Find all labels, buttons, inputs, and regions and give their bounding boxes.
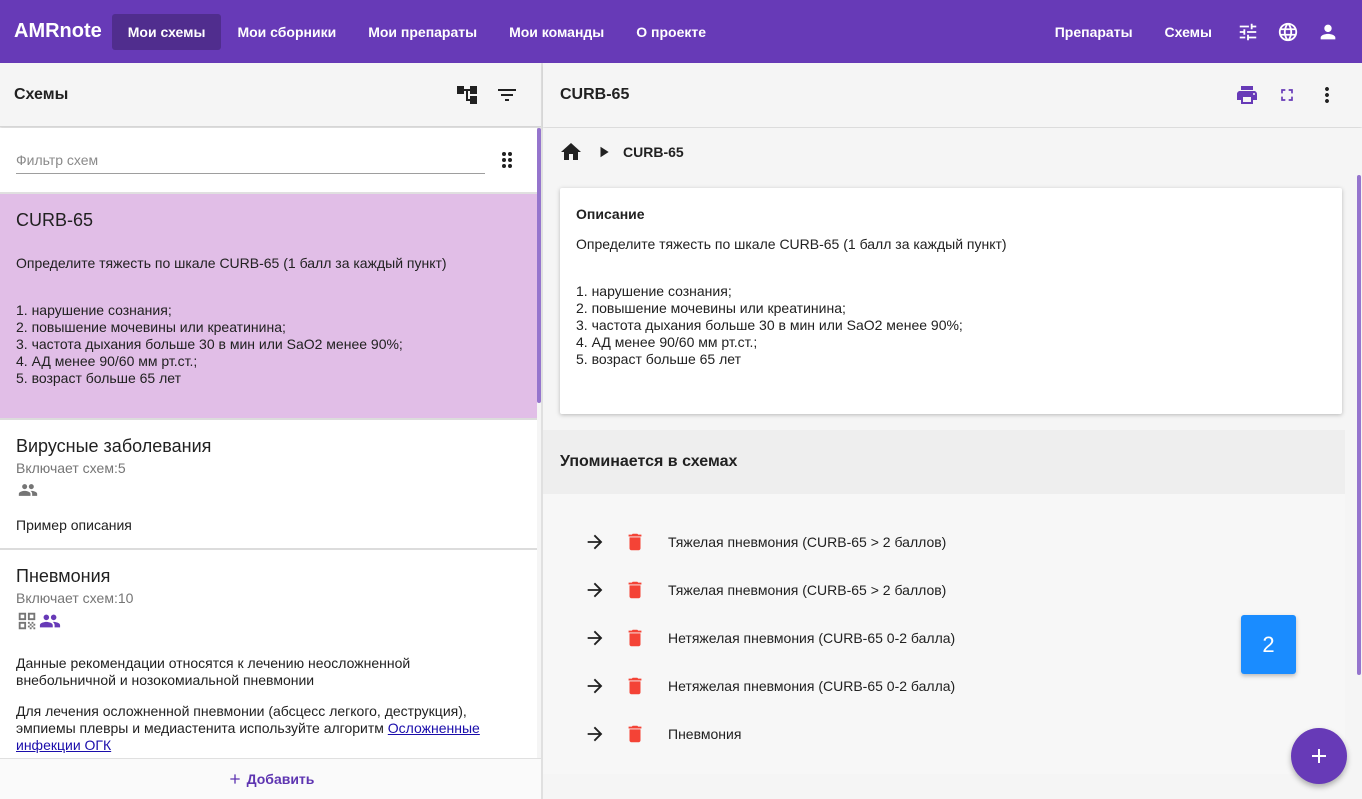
card-desc-line: Данные рекомендации относятся к лечению …: [16, 655, 411, 671]
top-app-bar: AMRnote Мои схемы Мои сборники Мои препа…: [0, 0, 1362, 63]
card-subtitle: Включает схем:5: [16, 460, 126, 476]
qr-code-icon: [16, 610, 38, 635]
nav-schemes[interactable]: Схемы: [1149, 14, 1228, 50]
description-text: Определите тяжесть по шкале CURB-65 (1 б…: [576, 236, 1326, 368]
scheme-detail: CURB-65 Описание Определите тяжесть по ш…: [543, 128, 1362, 799]
delete-icon[interactable]: [623, 530, 647, 554]
card-desc-text: эмпиемы плевры и медиастенита используйт…: [16, 720, 388, 736]
card-desc-line: внебольничной и нозокомиальной пневмонии: [16, 672, 315, 688]
filter-row: [0, 128, 537, 194]
nav-my-teams[interactable]: Мои команды: [493, 14, 620, 50]
complicated-infections-link-cont[interactable]: инфекции ОГК: [16, 737, 111, 753]
scheme-detail-header: CURB-65: [543, 63, 1362, 127]
add-fab-button[interactable]: [1291, 728, 1347, 784]
filter-input[interactable]: [16, 146, 485, 174]
plus-icon: [1307, 744, 1331, 768]
arrow-forward-icon[interactable]: [583, 722, 607, 746]
right-scrollbar[interactable]: [1357, 175, 1361, 675]
description-line: 1. нарушение сознания;: [576, 283, 732, 299]
card-desc-line: эмпиемы плевры и медиастенита используйт…: [16, 720, 521, 737]
mention-row[interactable]: Нетяжелая пневмония (CURB-65 0-2 балла): [543, 614, 1345, 662]
description-heading: Описание: [576, 206, 645, 222]
more-vert-icon[interactable]: [1307, 75, 1347, 115]
scheme-card-viral[interactable]: Вирусные заболевания Включает схем:5 При…: [0, 420, 537, 550]
description-line: 5. возраст больше 65 лет: [576, 351, 741, 367]
tree-icon[interactable]: [447, 75, 487, 115]
card-title: Пневмония: [16, 566, 111, 586]
delete-icon[interactable]: [623, 626, 647, 650]
schemes-list-header: Схемы: [0, 63, 541, 127]
arrow-forward-icon[interactable]: [583, 578, 607, 602]
count-badge: 2: [1241, 615, 1296, 674]
delete-icon[interactable]: [623, 674, 647, 698]
delete-icon[interactable]: [623, 722, 647, 746]
nav-drugs[interactable]: Препараты: [1039, 14, 1149, 50]
mention-row[interactable]: Пневмония: [543, 710, 1345, 758]
globe-icon[interactable]: [1268, 12, 1308, 52]
mention-label: Тяжелая пневмония (CURB-65 > 2 баллов): [668, 534, 947, 550]
description-line: 4. АД менее 90/60 мм рт.ст.;: [576, 334, 758, 350]
top-bar-actions: Препараты Схемы: [1039, 0, 1348, 63]
arrow-forward-icon[interactable]: [583, 530, 607, 554]
card-description: Пример описания: [16, 517, 132, 533]
card-description: Данные рекомендации относятся к лечению …: [16, 655, 521, 754]
complicated-infections-link[interactable]: Осложненные: [388, 720, 480, 736]
plus-icon: [227, 771, 243, 787]
tune-icon[interactable]: [1228, 12, 1268, 52]
card-intro: Определите тяжесть по шкале CURB-65 (1 б…: [16, 255, 447, 271]
group-icon: [38, 610, 62, 635]
print-icon[interactable]: [1227, 75, 1267, 115]
breadcrumb: CURB-65: [543, 128, 1362, 176]
mention-label: Тяжелая пневмония (CURB-65 > 2 баллов): [668, 582, 947, 598]
mention-row[interactable]: Нетяжелая пневмония (CURB-65 0-2 балла): [543, 662, 1345, 710]
mentioned-in-header: Упоминается в схемах: [543, 430, 1345, 494]
nav-about[interactable]: О проекте: [620, 14, 722, 50]
breadcrumb-current[interactable]: CURB-65: [623, 144, 684, 160]
description-card: Описание Определите тяжесть по шкале CUR…: [560, 188, 1342, 414]
group-icon: [16, 480, 521, 503]
card-subtitle: Включает схем:10: [16, 590, 134, 606]
filter-list-icon[interactable]: [487, 75, 527, 115]
card-line: 1. нарушение сознания;: [16, 302, 172, 318]
delete-icon[interactable]: [623, 578, 647, 602]
description-line: 2. повышение мочевины или креатинина;: [576, 300, 846, 316]
card-line: 5. возраст больше 65 лет: [16, 370, 181, 386]
scheme-card-curb65[interactable]: CURB-65 Определите тяжесть по шкале CURB…: [0, 194, 537, 420]
card-icons: [16, 610, 521, 635]
mention-row[interactable]: Тяжелая пневмония (CURB-65 > 2 баллов): [543, 566, 1345, 614]
nav-my-collections[interactable]: Мои сборники: [221, 14, 352, 50]
description-intro: Определите тяжесть по шкале CURB-65 (1 б…: [576, 236, 1007, 252]
account-icon[interactable]: [1308, 12, 1348, 52]
card-desc-line: инфекции ОГК: [16, 737, 521, 754]
card-line: 3. частота дыхания больше 30 в мин или S…: [16, 336, 403, 352]
drag-handle-icon[interactable]: [493, 146, 521, 174]
card-description: Определите тяжесть по шкале CURB-65 (1 б…: [16, 255, 521, 387]
brand-logo[interactable]: AMRnote: [14, 20, 102, 43]
home-icon[interactable]: [559, 140, 583, 164]
scheme-card-pneumonia[interactable]: Пневмония Включает схем:10 Данные рекоме…: [0, 550, 537, 758]
schemes-list-title: Схемы: [14, 85, 69, 103]
mention-row[interactable]: Тяжелая пневмония (CURB-65 > 2 баллов): [543, 518, 1345, 566]
card-line: 2. повышение мочевины или креатинина;: [16, 319, 286, 335]
arrow-forward-icon[interactable]: [583, 674, 607, 698]
play-arrow-icon: [597, 145, 611, 159]
card-line: 4. АД менее 90/60 мм рт.ст.;: [16, 353, 198, 369]
card-title: Вирусные заболевания: [16, 436, 212, 456]
mention-label: Пневмония: [668, 726, 742, 742]
arrow-forward-icon[interactable]: [583, 626, 607, 650]
add-button[interactable]: Добавить: [0, 758, 541, 799]
card-title: CURB-65: [16, 210, 94, 230]
mention-label: Нетяжелая пневмония (CURB-65 0-2 балла): [668, 678, 956, 694]
nav-my-drugs[interactable]: Мои препараты: [352, 14, 493, 50]
add-label: Добавить: [246, 771, 315, 787]
main-nav: Мои схемы Мои сборники Мои препараты Мои…: [111, 0, 722, 63]
schemes-list: CURB-65 Определите тяжесть по шкале CURB…: [0, 128, 537, 758]
description-line: 3. частота дыхания больше 30 в мин или S…: [576, 317, 963, 333]
fullscreen-icon[interactable]: [1267, 75, 1307, 115]
scheme-detail-title: CURB-65: [560, 86, 630, 103]
nav-my-schemes[interactable]: Мои схемы: [111, 13, 222, 50]
mention-label: Нетяжелая пневмония (CURB-65 0-2 балла): [668, 630, 956, 646]
mentioned-in-list: Тяжелая пневмония (CURB-65 > 2 баллов) Т…: [543, 494, 1345, 774]
card-desc-line: Для лечения осложненной пневмонии (абсце…: [16, 703, 467, 719]
